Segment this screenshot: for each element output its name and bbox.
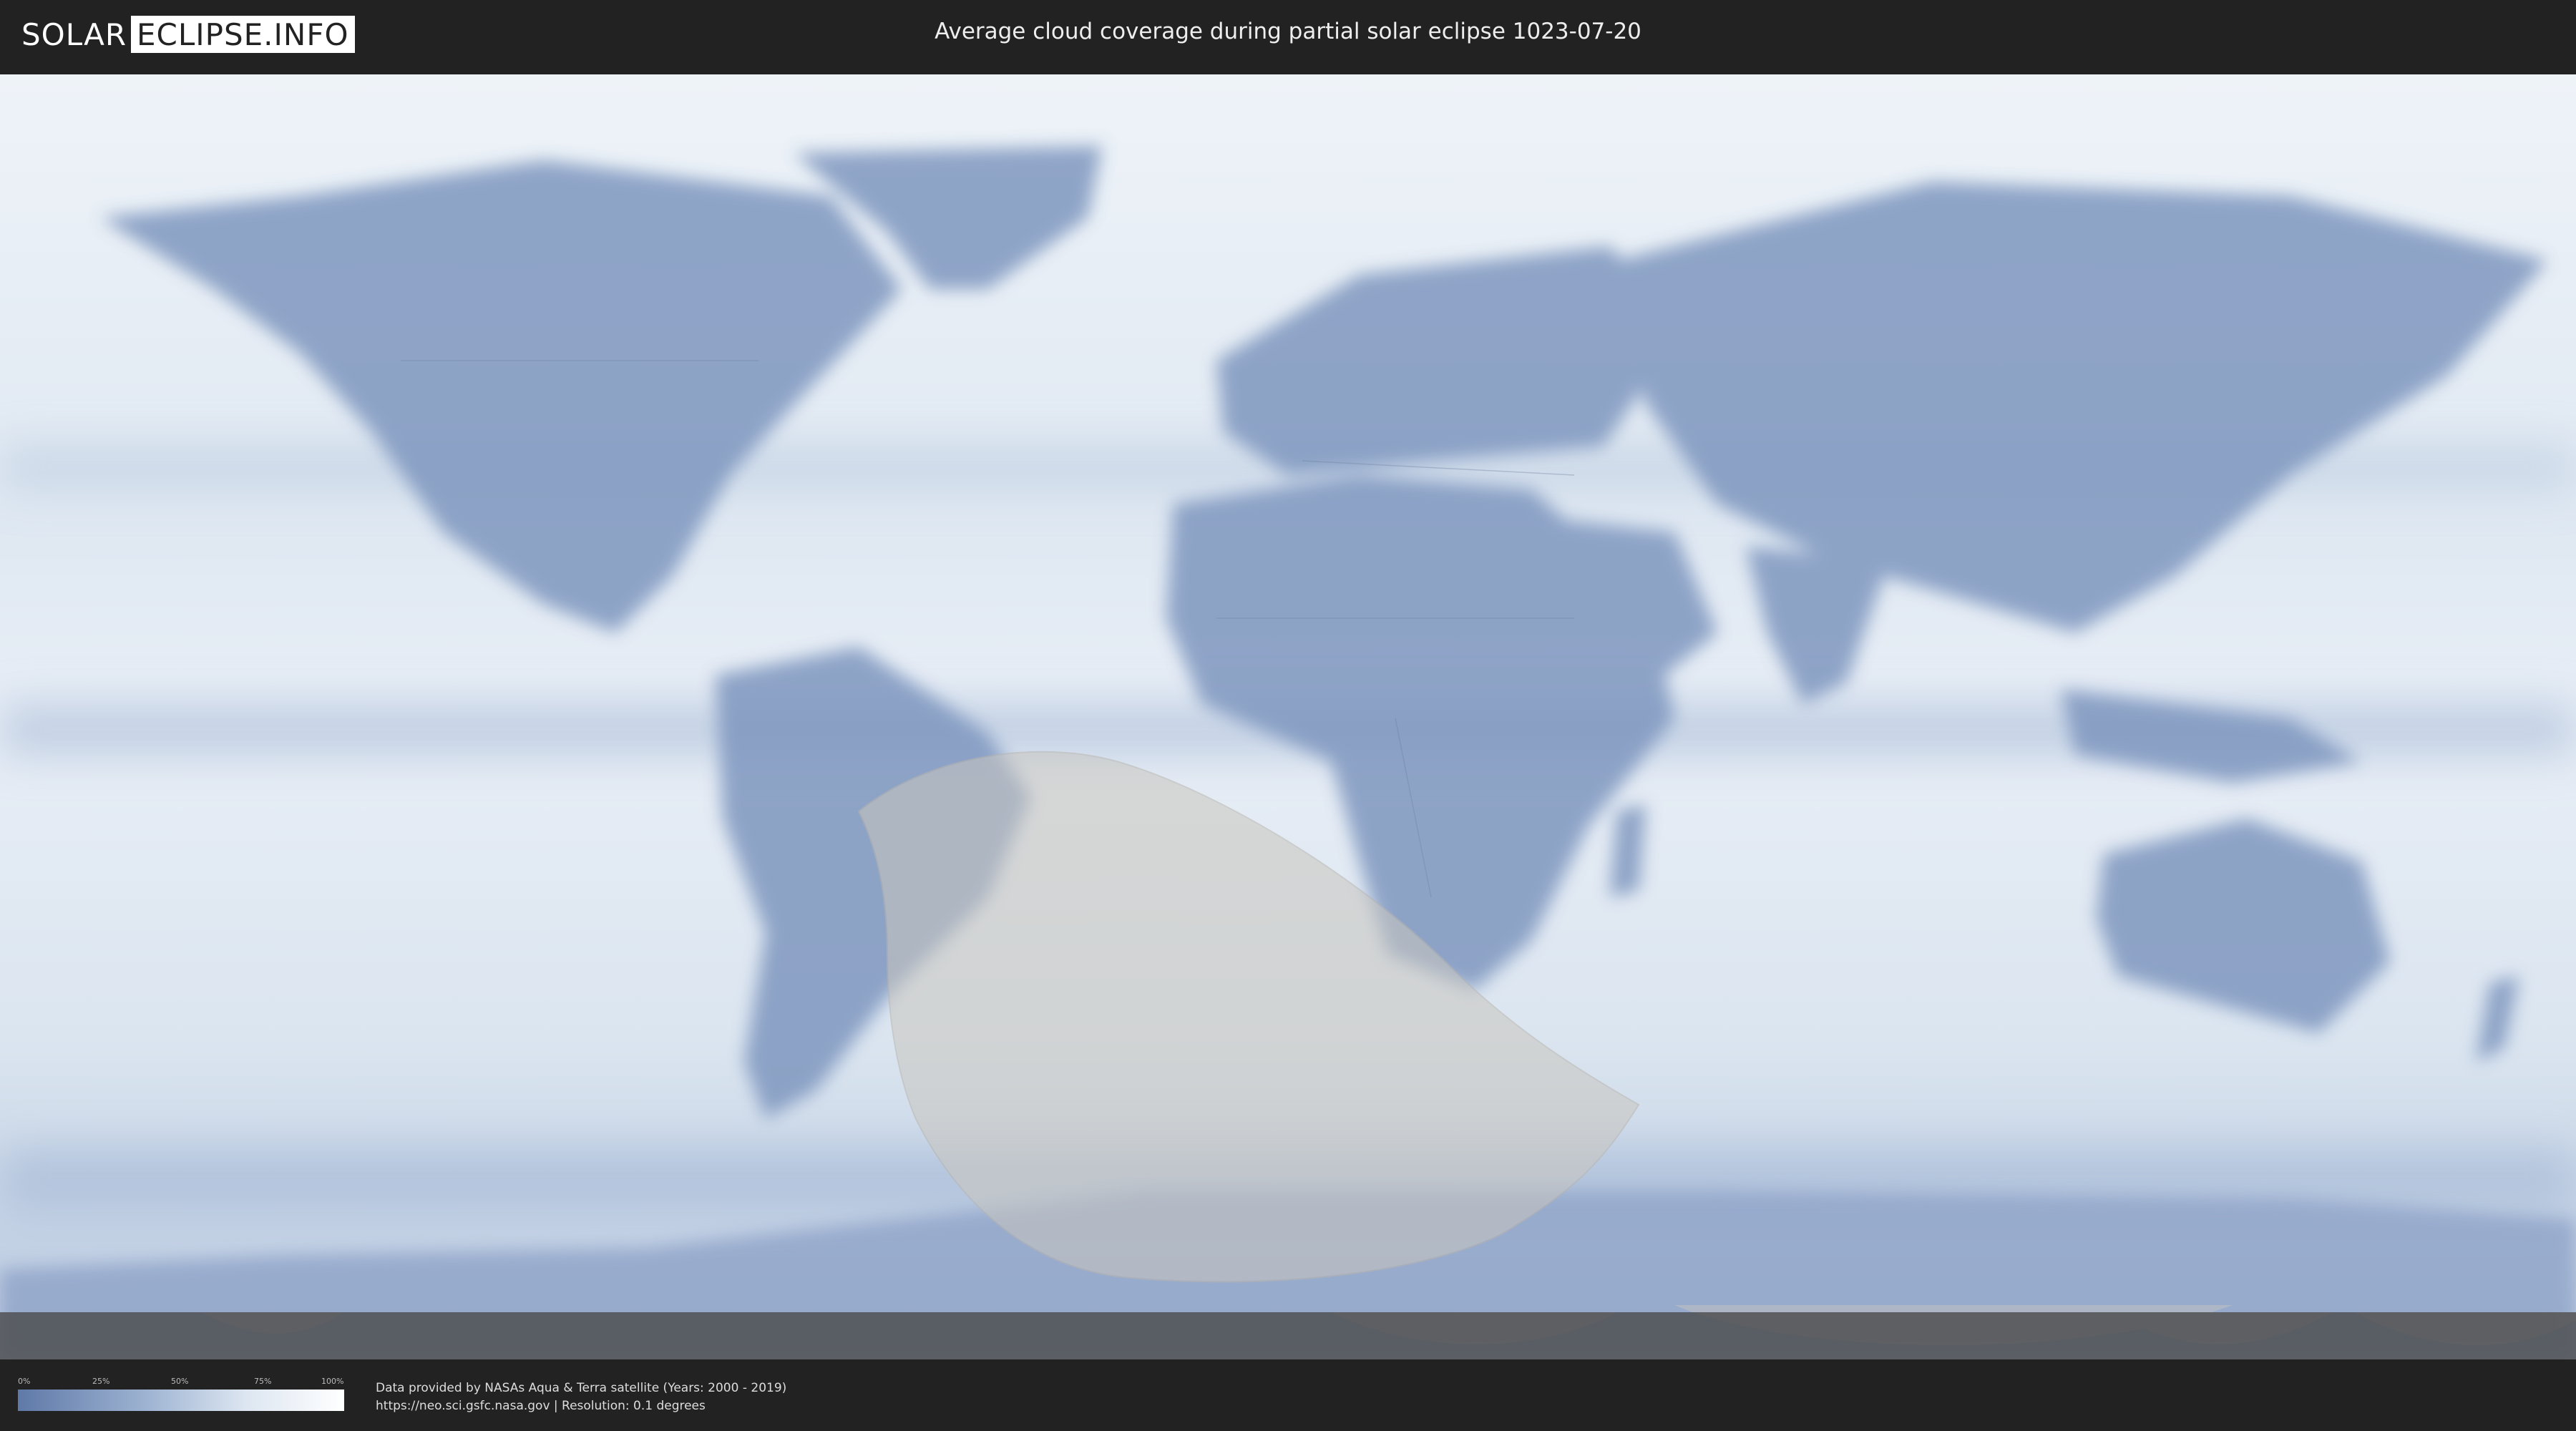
cloud-coverage-map [0, 74, 2576, 1359]
credits-line-2: https://neo.sci.gsfc.nasa.gov | Resoluti… [376, 1399, 706, 1413]
footer-bar: 0% 25% 50% 75% 100% Data provided by NAS… [0, 1359, 2576, 1431]
cloud-coverage-legend: 0% 25% 50% 75% 100% [18, 1377, 344, 1411]
map-bottom-strip [0, 1312, 2576, 1359]
data-credits: Data provided by NASAs Aqua & Terra sate… [376, 1379, 786, 1415]
header-bar: SOLAR ECLIPSE.INFO Average cloud coverag… [0, 0, 2576, 70]
legend-ticks: 0% 25% 50% 75% 100% [18, 1377, 344, 1388]
page-title: Average cloud coverage during partial so… [935, 19, 1641, 44]
world-map-svg [0, 74, 2576, 1359]
legend-tick-75: 75% [254, 1377, 272, 1386]
legend-tick-25: 25% [92, 1377, 110, 1386]
legend-tick-100: 100% [321, 1377, 344, 1386]
legend-tick-0: 0% [18, 1377, 31, 1386]
credits-line-1: Data provided by NASAs Aqua & Terra sate… [376, 1381, 787, 1395]
legend-color-bar [18, 1390, 344, 1411]
legend-tick-50: 50% [171, 1377, 189, 1386]
